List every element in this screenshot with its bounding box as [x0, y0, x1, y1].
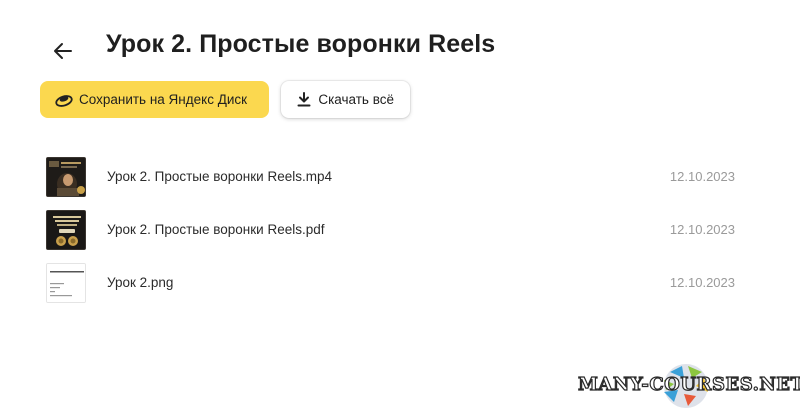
video-thumbnail — [46, 156, 86, 197]
yandex-disk-icon — [54, 90, 74, 110]
back-button[interactable] — [46, 34, 80, 68]
file-date: 12.10.2023 — [669, 222, 735, 237]
file-name: Урок 2.png — [107, 275, 174, 290]
download-all-button[interactable]: Скачать всё — [281, 81, 410, 118]
watermark: MANY-COURSES.NET — [577, 362, 800, 410]
file-date: 12.10.2023 — [669, 169, 735, 184]
file-name: Урок 2. Простые воронки Reels.mp4 — [107, 169, 332, 184]
file-row[interactable]: Урок 2.png 12.10.2023 — [46, 256, 746, 309]
save-to-disk-button[interactable]: Сохранить на Яндекс Диск — [40, 81, 269, 118]
public-folder-page: Урок 2. Простые воронки Reels Сохранить … — [0, 0, 800, 416]
file-name: Урок 2. Простые воронки Reels.pdf — [107, 222, 325, 237]
file-row[interactable]: Урок 2. Простые воронки Reels.pdf 12.10.… — [46, 203, 746, 256]
watermark-text: MANY-COURSES.NET — [577, 373, 800, 395]
file-date: 12.10.2023 — [669, 275, 735, 290]
pdf-thumbnail — [46, 209, 86, 250]
action-bar: Сохранить на Яндекс Диск Скачать всё — [40, 81, 410, 118]
download-icon — [295, 90, 313, 110]
save-button-label: Сохранить на Яндекс Диск — [79, 92, 248, 107]
arrow-left-icon — [54, 43, 72, 59]
file-list: Урок 2. Простые воронки Reels.mp4 12.10.… — [46, 150, 746, 309]
file-row[interactable]: Урок 2. Простые воронки Reels.mp4 12.10.… — [46, 150, 746, 203]
header: Урок 2. Простые воронки Reels — [0, 28, 800, 72]
page-title: Урок 2. Простые воронки Reels — [106, 30, 496, 58]
image-thumbnail — [46, 262, 86, 303]
download-button-label: Скачать всё — [318, 92, 394, 107]
